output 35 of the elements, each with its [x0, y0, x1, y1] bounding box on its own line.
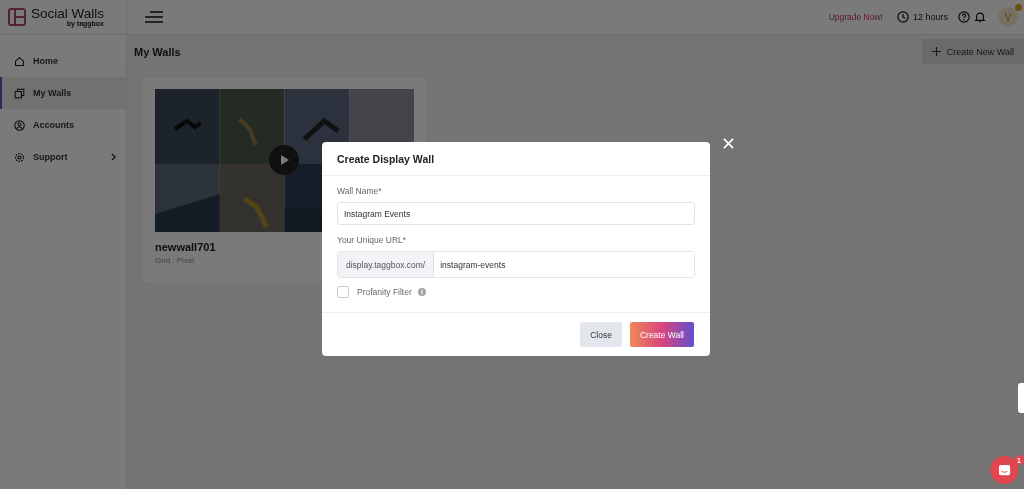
- field-label: Your Unique URL*: [337, 235, 408, 245]
- chat-icon: [997, 463, 1011, 477]
- brand-name: Social Walls: [31, 6, 105, 21]
- help-icon[interactable]: [958, 11, 970, 23]
- close-button[interactable]: Close: [580, 322, 622, 347]
- plus-icon: [931, 47, 941, 56]
- timer-text: 12 hours: [912, 12, 948, 22]
- wall-name-field[interactable]: Instagram Events: [337, 202, 695, 225]
- home-icon: [14, 55, 25, 67]
- profanity-checkbox[interactable]: [337, 286, 349, 298]
- url-prefix: display.taggbox.com/: [338, 252, 435, 277]
- logo-icon: [8, 8, 26, 26]
- play-icon: [280, 154, 290, 166]
- sidebar-item[interactable]: Home: [0, 45, 126, 77]
- copy-icon: [14, 87, 25, 99]
- url-field[interactable]: display.taggbox.com/ instagram-events: [337, 251, 695, 278]
- upgrade-link[interactable]: Upgrade Now!: [828, 12, 883, 22]
- checkbox-label: Profanity Filter: [357, 287, 412, 297]
- user-icon: [14, 119, 25, 131]
- sidebar-item[interactable]: Support: [0, 141, 126, 173]
- menu-icon[interactable]: [144, 11, 164, 23]
- settings-icon: [14, 151, 25, 163]
- sidebar-item[interactable]: My Walls: [0, 77, 126, 109]
- chat-button[interactable]: [990, 456, 1018, 484]
- sidebar-item[interactable]: Accounts: [0, 109, 126, 141]
- bell-icon[interactable]: [974, 11, 986, 23]
- info-icon: [417, 288, 426, 296]
- create-new-wall-button[interactable]: Create New Wall: [921, 39, 1024, 64]
- close-icon[interactable]: [723, 138, 734, 149]
- status-dot: [1015, 4, 1022, 11]
- wall-name: newwall701: [155, 241, 217, 253]
- clock-icon: [896, 11, 909, 23]
- create-wall-button[interactable]: Create Wall: [629, 322, 694, 347]
- page-title: My Walls: [134, 45, 181, 58]
- field-label: Wall Name*: [337, 186, 383, 196]
